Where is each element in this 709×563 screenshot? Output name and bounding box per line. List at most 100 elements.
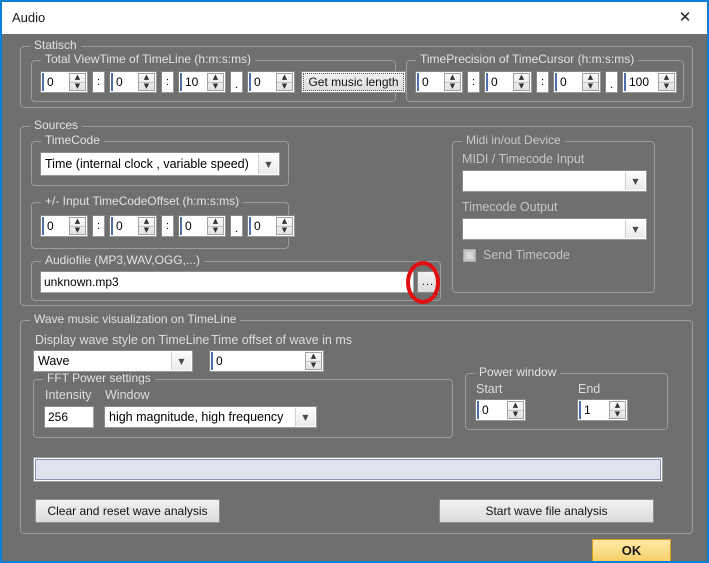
audiofile-input[interactable]: unknown.mp3	[40, 271, 414, 293]
spinner-down-icon[interactable]: ▼	[514, 83, 529, 91]
wave-time-offset-value[interactable]: 0	[211, 352, 305, 370]
ok-button[interactable]: OK	[592, 539, 671, 562]
power-window-start-stepper[interactable]: 0 ▲ ▼	[475, 399, 526, 421]
group-timecode-caption: TimeCode	[41, 134, 104, 146]
offset-minutes-stepper[interactable]: 0 ▲ ▼	[109, 215, 157, 237]
offset-minutes-value[interactable]: 0	[111, 217, 138, 235]
time-precision-seconds-value[interactable]: 0	[555, 73, 582, 91]
ok-button-label: OK	[622, 543, 642, 558]
spinner-down-icon[interactable]: ▼	[70, 227, 85, 235]
total-view-time-hours-buttons[interactable]: ▲ ▼	[69, 73, 86, 91]
midi-input-select[interactable]: ▼	[462, 170, 647, 192]
time-precision-hours-value[interactable]: 0	[417, 73, 444, 91]
spinner-down-icon[interactable]: ▼	[208, 227, 223, 235]
time-precision-millis-value[interactable]: 100	[624, 73, 658, 91]
total-view-time-millis-buttons[interactable]: ▲ ▼	[276, 73, 293, 91]
offset-minutes-buttons[interactable]: ▲ ▼	[138, 217, 155, 235]
total-view-time-hours-value[interactable]: 0	[42, 73, 69, 91]
spinner-down-icon[interactable]: ▼	[306, 362, 321, 370]
wave-time-offset-buttons[interactable]: ▲ ▼	[305, 352, 322, 370]
offset-hours-stepper[interactable]: 0 ▲ ▼	[40, 215, 88, 237]
group-timecode-offset-caption: +/- Input TimeCodeOffset (h:m:s:ms)	[41, 195, 243, 207]
offset-millis-buttons[interactable]: ▲ ▼	[276, 217, 293, 235]
offset-hours-value[interactable]: 0	[42, 217, 69, 235]
group-wave-visualization-caption: Wave music visualization on TimeLine	[30, 313, 240, 325]
group-time-precision-caption: TimePrecision of TimeCursor (h:m:s:ms)	[416, 53, 638, 65]
midi-input-label: MIDI / Timecode Input	[462, 152, 584, 166]
offset-seconds-value[interactable]: 0	[180, 217, 207, 235]
group-power-window: Power window Start 0 ▲ ▼ End 1 ▲ ▼	[465, 373, 668, 430]
total-view-time-minutes-value[interactable]: 0	[111, 73, 138, 91]
audiofile-browse-button[interactable]: ...	[417, 271, 439, 293]
power-window-end-value[interactable]: 1	[579, 401, 609, 419]
total-view-time-millis-stepper[interactable]: 0 ▲ ▼	[247, 71, 295, 93]
time-precision-minutes-stepper[interactable]: 0 ▲ ▼	[484, 71, 532, 93]
get-music-length-button[interactable]: Get music length	[301, 71, 406, 93]
offset-hours-buttons[interactable]: ▲ ▼	[69, 217, 86, 235]
time-precision-minutes-value[interactable]: 0	[486, 73, 513, 91]
start-wave-file-analysis-label: Start wave file analysis	[485, 504, 607, 518]
wave-analysis-progressbar	[35, 459, 661, 480]
power-window-start-value[interactable]: 0	[477, 401, 507, 419]
time-precision-minutes-buttons[interactable]: ▲ ▼	[513, 73, 530, 91]
chevron-down-icon[interactable]: ▼	[258, 154, 278, 174]
start-wave-file-analysis-button[interactable]: Start wave file analysis	[439, 499, 654, 523]
total-view-time-separator-3: .	[230, 71, 243, 93]
spinner-down-icon[interactable]: ▼	[610, 411, 625, 419]
spinner-down-icon[interactable]: ▼	[208, 83, 223, 91]
timecode-output-select[interactable]: ▼	[462, 218, 647, 240]
time-precision-hours-stepper[interactable]: 0 ▲ ▼	[415, 71, 463, 93]
total-view-time-minutes-buttons[interactable]: ▲ ▼	[138, 73, 155, 91]
offset-seconds-stepper[interactable]: 0 ▲ ▼	[178, 215, 226, 237]
spinner-down-icon[interactable]: ▼	[445, 83, 460, 91]
fft-intensity-input[interactable]: 256	[44, 406, 94, 428]
clear-reset-wave-analysis-button[interactable]: Clear and reset wave analysis	[35, 499, 220, 523]
spinner-down-icon[interactable]: ▼	[659, 83, 674, 91]
group-timecode-offset: +/- Input TimeCodeOffset (h:m:s:ms) 0 ▲ …	[31, 202, 289, 249]
audiofile-input-value: unknown.mp3	[44, 275, 119, 289]
total-view-time-seconds-value[interactable]: 10	[180, 73, 207, 91]
offset-separator-2: :	[161, 215, 174, 237]
time-precision-hours-buttons[interactable]: ▲ ▼	[444, 73, 461, 91]
time-precision-millis-buttons[interactable]: ▲ ▼	[658, 73, 675, 91]
time-precision-millis-stepper[interactable]: 100 ▲ ▼	[622, 71, 677, 93]
chevron-down-icon[interactable]: ▼	[295, 408, 315, 426]
timecode-output-label: Timecode Output	[462, 200, 557, 214]
chevron-down-icon[interactable]: ▼	[625, 172, 645, 190]
spinner-down-icon[interactable]: ▼	[508, 411, 523, 419]
spinner-down-icon[interactable]: ▼	[277, 227, 292, 235]
total-view-time-seconds-stepper[interactable]: 10 ▲ ▼	[178, 71, 226, 93]
time-precision-seconds-stepper[interactable]: 0 ▲ ▼	[553, 71, 601, 93]
power-window-end-buttons[interactable]: ▲ ▼	[609, 401, 626, 419]
total-view-time-seconds-buttons[interactable]: ▲ ▼	[207, 73, 224, 91]
total-view-time-separator-1: :	[92, 71, 105, 93]
wave-style-select[interactable]: Wave ▼	[33, 350, 193, 372]
spinner-down-icon[interactable]: ▼	[583, 83, 598, 91]
group-fft-power-settings: FFT Power settings Intensity 256 Window …	[33, 379, 453, 438]
fft-window-select[interactable]: high magnitude, high frequency ▼	[104, 406, 317, 428]
get-music-length-label: Get music length	[303, 73, 403, 91]
total-view-time-hours-stepper[interactable]: 0 ▲ ▼	[40, 71, 88, 93]
chevron-down-icon[interactable]: ▼	[171, 352, 191, 370]
wave-time-offset-stepper[interactable]: 0 ▲ ▼	[209, 350, 324, 372]
offset-millis-value[interactable]: 0	[249, 217, 276, 235]
send-timecode-checkbox[interactable]	[463, 249, 476, 262]
total-view-time-millis-value[interactable]: 0	[249, 73, 276, 91]
power-window-start-buttons[interactable]: ▲ ▼	[507, 401, 524, 419]
send-timecode-checkbox-row[interactable]: Send Timecode	[463, 248, 570, 262]
offset-millis-stepper[interactable]: 0 ▲ ▼	[247, 215, 295, 237]
group-audiofile: Audiofile (MP3,WAV,OGG,...) unknown.mp3 …	[31, 261, 441, 301]
offset-seconds-buttons[interactable]: ▲ ▼	[207, 217, 224, 235]
close-icon[interactable]: ✕	[663, 3, 707, 33]
time-precision-seconds-buttons[interactable]: ▲ ▼	[582, 73, 599, 91]
chevron-down-icon[interactable]: ▼	[625, 220, 645, 238]
spinner-down-icon[interactable]: ▼	[70, 83, 85, 91]
group-fft-power-settings-caption: FFT Power settings	[43, 372, 155, 384]
power-window-end-stepper[interactable]: 1 ▲ ▼	[577, 399, 628, 421]
spinner-down-icon[interactable]: ▼	[139, 227, 154, 235]
timecode-select[interactable]: Time (internal clock , variable speed) ▼	[40, 152, 280, 176]
spinner-down-icon[interactable]: ▼	[277, 83, 292, 91]
total-view-time-minutes-stepper[interactable]: 0 ▲ ▼	[109, 71, 157, 93]
spinner-down-icon[interactable]: ▼	[139, 83, 154, 91]
fft-window-label: Window	[105, 388, 149, 402]
